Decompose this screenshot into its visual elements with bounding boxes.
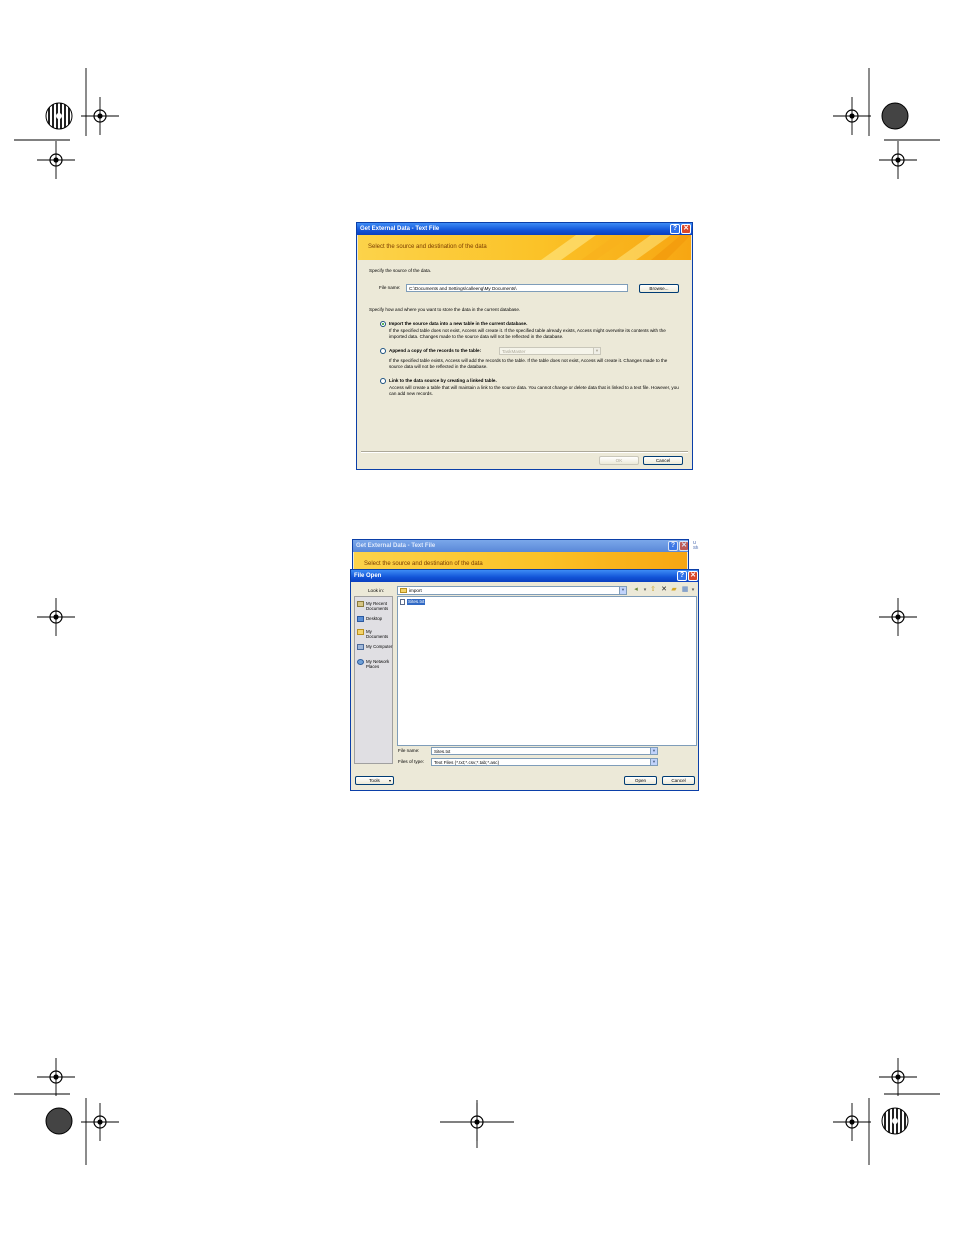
- help-button[interactable]: ?: [670, 224, 680, 234]
- import-option-label[interactable]: Import the source data into a new table …: [389, 321, 527, 326]
- import-option-description: If the specified table does not exist, A…: [389, 328, 666, 339]
- cancel-button[interactable]: Cancel: [643, 456, 683, 465]
- up-folder-icon[interactable]: ⇧: [649, 586, 657, 594]
- my-computer-icon: [357, 644, 364, 650]
- dropdown-arrow-icon[interactable]: ▾: [641, 586, 649, 594]
- background-help-button: ?: [668, 541, 678, 551]
- browse-button[interactable]: Browse...: [639, 284, 679, 293]
- views-icon[interactable]: ▦: [681, 586, 689, 594]
- file-name-input[interactable]: C:\Documents and Settings\calleeng\My Do…: [406, 284, 628, 292]
- folder-icon: [400, 588, 407, 593]
- file-type-value: Text Files (*.txt;*.csv;*.tab;*.asc): [434, 760, 500, 765]
- desktop-icon: [357, 616, 364, 622]
- look-in-select[interactable]: import ▼: [397, 586, 627, 595]
- my-documents-icon: [357, 629, 364, 635]
- file-open-title: File Open: [351, 570, 698, 582]
- places-bar: My Recent Documents Desktop My Documents…: [354, 596, 393, 764]
- tools-button[interactable]: Tools ▾: [355, 776, 394, 785]
- import-option-radio[interactable]: [380, 321, 386, 327]
- file-open-cancel-button[interactable]: Cancel: [662, 776, 695, 785]
- file-open-close-button[interactable]: ✕: [688, 571, 698, 581]
- network-places-icon: [357, 659, 364, 665]
- background-side-text: U Sh: [693, 540, 699, 550]
- source-prompt: Specify the source of the data.: [369, 268, 432, 273]
- store-prompt: Specify how and where you want to store …: [369, 307, 521, 312]
- banner-stripes-icon: [541, 235, 691, 260]
- append-option-radio[interactable]: [380, 348, 386, 354]
- close-button[interactable]: ✕: [681, 224, 691, 234]
- back-icon[interactable]: ◂: [632, 586, 640, 594]
- chevron-down-icon: ▾: [388, 778, 391, 783]
- import-dialog-title: Get External Data - Text File: [357, 223, 692, 235]
- delete-icon[interactable]: ✕: [660, 586, 668, 594]
- file-name-label: File name:: [379, 285, 401, 290]
- footer-divider: [361, 451, 688, 453]
- link-option-description: Access will create a table that will mai…: [389, 385, 679, 396]
- append-table-select[interactable]: TaskMaster ▼: [499, 347, 601, 355]
- background-close-button: ✕: [679, 541, 688, 551]
- new-folder-icon[interactable]: ▰: [670, 586, 678, 594]
- views-dropdown-icon[interactable]: ▾: [689, 586, 697, 594]
- link-option-label[interactable]: Link to the data source by creating a li…: [389, 378, 497, 383]
- ok-button[interactable]: OK: [599, 456, 639, 465]
- append-table-value: TaskMaster: [502, 349, 526, 354]
- import-banner-text: Select the source and destination of the…: [368, 244, 487, 250]
- list-item[interactable]: Sites.txt: [400, 599, 426, 605]
- file-list[interactable]: Sites.txt: [397, 596, 697, 746]
- file-name-label: File name:: [398, 748, 420, 753]
- import-dialog: Get External Data - Text File ? ✕ Select…: [356, 222, 693, 470]
- file-open-help-button[interactable]: ?: [677, 571, 687, 581]
- file-name: Sites.txt: [407, 599, 426, 605]
- chevron-down-icon: ▼: [593, 348, 600, 354]
- background-dialog-title: Get External Data - Text File: [353, 540, 688, 552]
- look-in-label: Look in:: [368, 588, 385, 593]
- file-type-label: Files of type:: [398, 759, 425, 764]
- file-type-select[interactable]: Text Files (*.txt;*.csv;*.tab;*.asc) ▼: [431, 758, 658, 766]
- look-in-value: import: [409, 588, 422, 593]
- open-button[interactable]: Open: [624, 776, 657, 785]
- text-file-icon: [400, 599, 405, 605]
- chevron-down-icon: ▼: [619, 587, 626, 594]
- append-option-description: If the specified table exists, Access wi…: [389, 358, 668, 369]
- import-banner: Select the source and destination of the…: [358, 235, 691, 260]
- file-open-dialog: File Open ? ✕ Look in: import ▼ ◂ ▾ ⇧ ✕ …: [350, 569, 699, 791]
- file-name-value: Sites.txt: [434, 749, 451, 754]
- chevron-down-icon: ▼: [650, 748, 657, 754]
- link-option-radio[interactable]: [380, 378, 386, 384]
- recent-documents-icon: [357, 601, 364, 607]
- file-name-combo[interactable]: Sites.txt ▼: [431, 747, 658, 755]
- append-option-label[interactable]: Append a copy of the records to the tabl…: [389, 348, 481, 353]
- chevron-down-icon: ▼: [650, 759, 657, 765]
